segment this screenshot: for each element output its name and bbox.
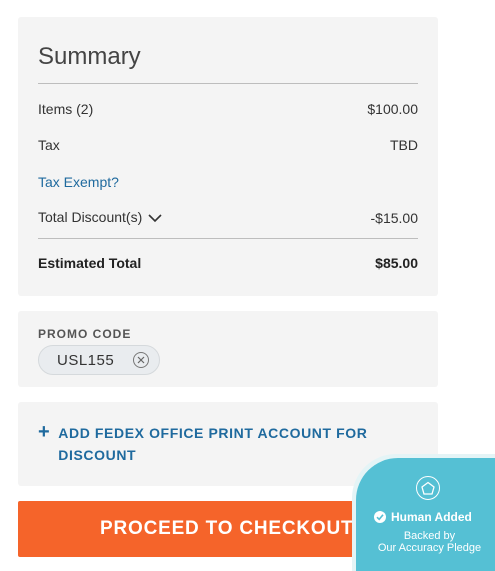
promo-code-card: PROMO CODE USL155	[18, 311, 438, 387]
summary-divider	[38, 83, 418, 84]
discount-value: -$15.00	[370, 209, 418, 226]
tax-value: TBD	[390, 137, 418, 153]
total-label: Estimated Total	[38, 255, 142, 271]
total-divider	[38, 238, 418, 239]
items-row: Items (2) $100.00	[38, 101, 418, 117]
promo-code-chip: USL155	[38, 345, 160, 375]
plus-icon: +	[38, 421, 51, 443]
summary-title: Summary	[38, 43, 141, 70]
badge-title-text: Human Added	[391, 510, 472, 524]
items-label: Items (2)	[38, 101, 94, 117]
badge-line-2: Our Accuracy Pledge	[377, 542, 482, 554]
home-shield-icon	[416, 476, 440, 500]
promo-code-value: USL155	[57, 351, 115, 369]
accuracy-pledge-badge[interactable]: Human Added Backed by Our Accuracy Pledg…	[356, 458, 495, 571]
add-fedex-account-link[interactable]: + ADD FEDEX OFFICE PRINT ACCOUNT FOR DIS…	[38, 422, 383, 466]
badge-title: Human Added	[374, 510, 472, 524]
check-circle-icon	[374, 511, 386, 523]
items-value: $100.00	[367, 101, 418, 117]
total-value: $85.00	[375, 255, 418, 271]
promo-code-label: PROMO CODE	[38, 327, 132, 341]
order-summary-card: Summary Items (2) $100.00 Tax TBD Tax Ex…	[18, 17, 438, 296]
add-fedex-account-text: ADD FEDEX OFFICE PRINT ACCOUNT FOR DISCO…	[58, 425, 368, 463]
chevron-down-icon[interactable]	[148, 210, 162, 226]
discount-toggle[interactable]: Total Discount(s)	[38, 209, 162, 226]
discount-label: Total Discount(s)	[38, 209, 143, 225]
discount-row[interactable]: Total Discount(s) -$15.00	[38, 209, 418, 226]
remove-promo-icon[interactable]	[133, 352, 149, 368]
estimated-total-row: Estimated Total $85.00	[38, 255, 418, 271]
tax-row: Tax TBD	[38, 137, 418, 153]
tax-exempt-link[interactable]: Tax Exempt?	[38, 174, 119, 190]
tax-label: Tax	[38, 137, 60, 153]
